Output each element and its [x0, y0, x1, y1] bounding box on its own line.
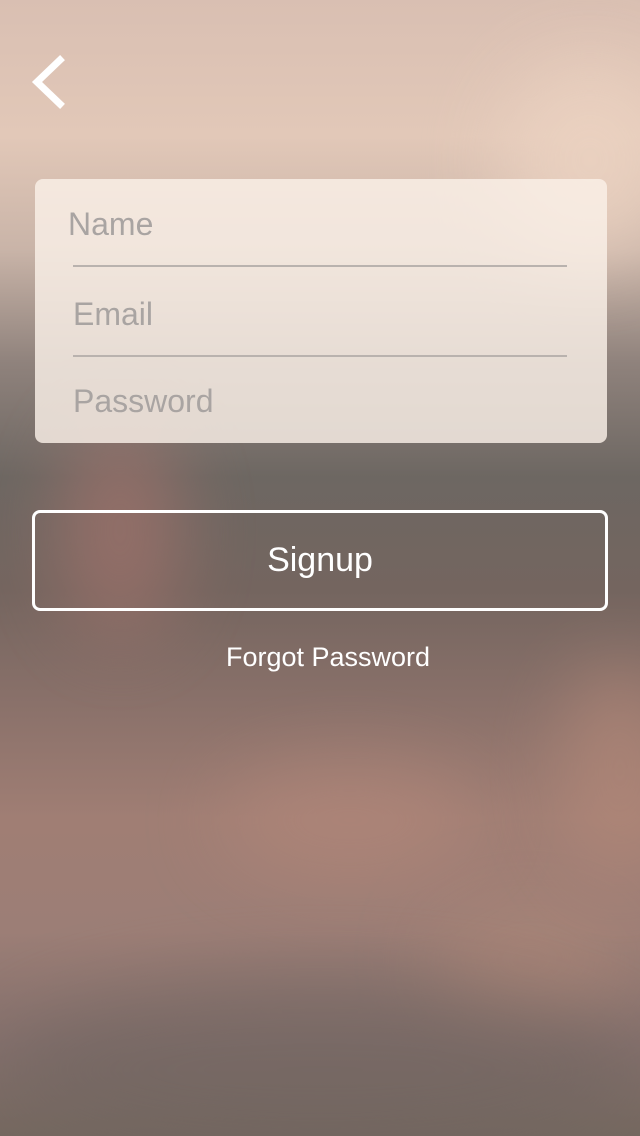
field-divider [73, 355, 567, 357]
email-field[interactable] [73, 277, 569, 351]
signup-form-card [35, 179, 607, 443]
forgot-password-link[interactable]: Forgot Password [0, 642, 640, 673]
field-divider [73, 265, 567, 267]
signup-button-label: Signup [267, 541, 373, 579]
name-field[interactable] [68, 187, 564, 261]
back-button[interactable] [22, 50, 82, 114]
signup-button[interactable]: Signup [32, 510, 608, 611]
chevron-left-icon [31, 55, 65, 109]
background-blur-shape [560, 660, 640, 880]
background-blur-shape [220, 760, 480, 880]
password-field[interactable] [73, 364, 569, 438]
